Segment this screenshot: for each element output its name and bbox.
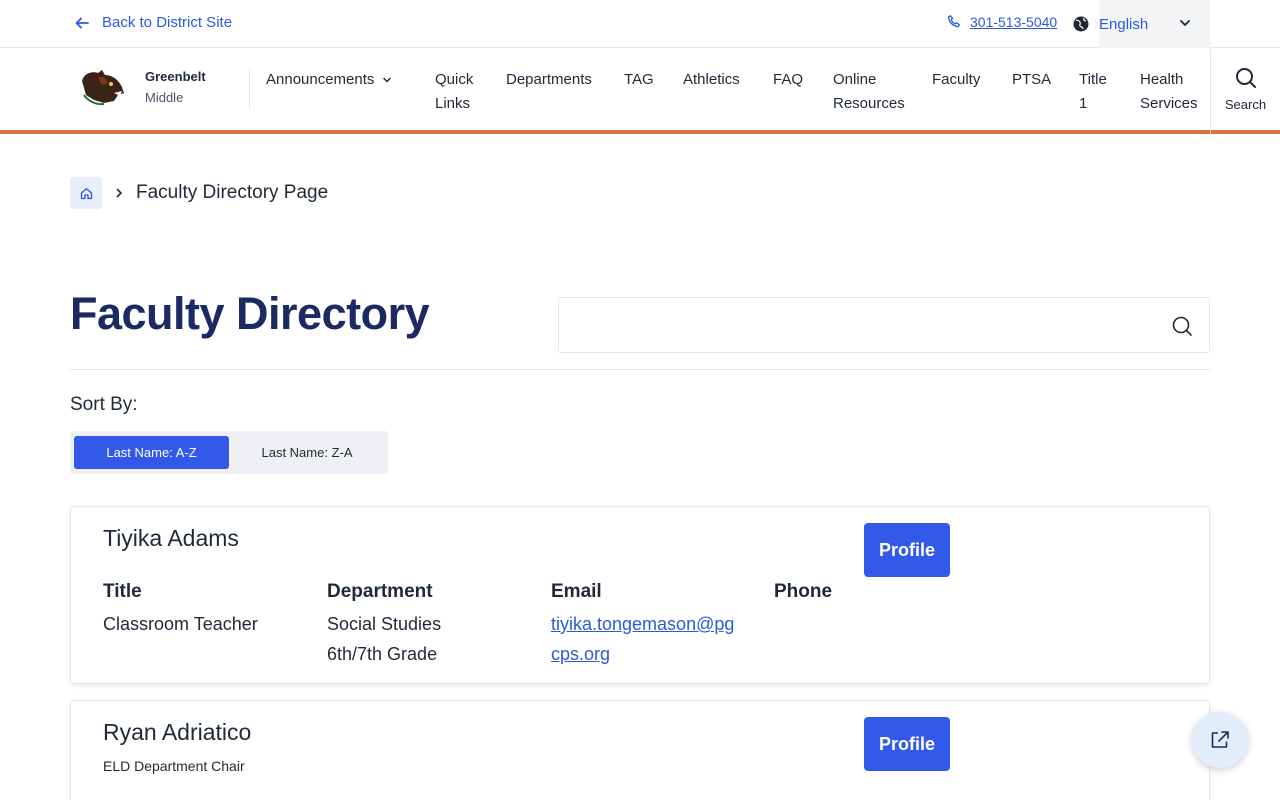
utility-bar: Back to District Site 301-513-5040 Engli… xyxy=(0,0,1280,48)
nav-item-tag[interactable]: TAG xyxy=(624,68,654,92)
phone-header: Phone xyxy=(774,581,833,602)
nav-item-ptsa[interactable]: PTSA xyxy=(1012,68,1051,92)
nav-item-faq[interactable]: FAQ xyxy=(773,68,803,92)
school-name[interactable]: Greenbelt Middle xyxy=(145,69,206,105)
chevron-down-icon xyxy=(383,77,392,83)
faculty-email-column: Email tiyika.tongemason@pgcps.org xyxy=(551,581,741,669)
sort-last-name-z-a-button[interactable]: Last Name: Z-A xyxy=(230,436,384,469)
breadcrumb: Faculty Directory Page xyxy=(70,177,328,209)
share-icon xyxy=(1211,731,1229,748)
nav-item-health-services[interactable]: Health Services xyxy=(1140,68,1198,116)
nav-item-title-1[interactable]: Title 1 xyxy=(1079,68,1107,116)
site-search-button[interactable]: Search xyxy=(1210,49,1280,134)
faculty-name: Ryan Adriatico xyxy=(103,719,252,745)
nav-item-label: Announcements xyxy=(266,71,375,88)
share-floating-button[interactable] xyxy=(1192,712,1248,768)
faculty-subtitle: ELD Department Chair xyxy=(103,758,245,774)
faculty-department: Social Studies xyxy=(327,614,442,634)
language-selector[interactable]: English xyxy=(1099,0,1210,48)
profile-button[interactable]: Profile xyxy=(864,717,950,771)
nav-item-athletics[interactable]: Athletics xyxy=(683,68,740,92)
faculty-card: Ryan Adriatico ELD Department Chair Prof… xyxy=(70,700,1210,800)
phone-link[interactable]: 301-513-5040 xyxy=(946,14,1057,30)
profile-button[interactable]: Profile xyxy=(864,523,950,577)
directory-search xyxy=(558,297,1210,353)
language-label: English xyxy=(1099,15,1149,33)
school-name-line1: Greenbelt xyxy=(145,69,206,84)
search-icon xyxy=(1235,68,1256,88)
nav-divider xyxy=(249,69,250,109)
chevron-down-icon xyxy=(1180,20,1190,26)
title-header: Title xyxy=(103,581,142,602)
school-logo[interactable] xyxy=(78,67,126,107)
directory-search-input[interactable] xyxy=(559,298,1139,352)
breadcrumb-home[interactable] xyxy=(70,177,102,209)
nav-item-online-resources[interactable]: Online Resources xyxy=(833,68,905,116)
search-icon[interactable] xyxy=(1171,315,1193,337)
chevron-right-icon xyxy=(116,188,123,198)
main-nav: Greenbelt Middle Announcements Quick Lin… xyxy=(0,49,1280,134)
nav-item-quick-links[interactable]: Quick Links xyxy=(435,68,473,116)
sort-label: Sort By: xyxy=(70,394,138,415)
nav-item-announcements[interactable]: Announcements xyxy=(266,68,392,92)
faculty-email-link[interactable]: tiyika.tongemason@pgcps.org xyxy=(551,609,741,669)
sort-last-name-a-z-button[interactable]: Last Name: A-Z xyxy=(74,436,229,469)
faculty-department-column: Department Social Studies 6th/7th Grade xyxy=(327,581,441,669)
department-header: Department xyxy=(327,581,433,602)
phone-icon xyxy=(947,15,960,28)
faculty-department-grade: 6th/7th Grade xyxy=(327,644,438,664)
back-to-district-link[interactable]: Back to District Site xyxy=(74,14,232,31)
faculty-title: Classroom Teacher xyxy=(103,614,258,634)
email-header: Email xyxy=(551,581,602,602)
section-divider xyxy=(70,369,1210,370)
faculty-title-column: Title Classroom Teacher xyxy=(103,581,258,639)
breadcrumb-current: Faculty Directory Page xyxy=(136,182,329,203)
school-name-line2: Middle xyxy=(145,90,184,105)
nav-item-departments[interactable]: Departments xyxy=(506,68,592,92)
arrow-left-icon xyxy=(75,17,89,28)
faculty-card: Tiyika Adams Profile Title Classroom Tea… xyxy=(70,506,1210,684)
globe-icon xyxy=(1073,16,1089,32)
faculty-phone-column: Phone xyxy=(774,581,832,609)
search-label: Search xyxy=(1224,97,1267,112)
phone-number: 301-513-5040 xyxy=(970,14,1058,30)
home-icon xyxy=(80,187,92,199)
sort-toggle-group: Last Name: A-Z Last Name: Z-A xyxy=(70,431,388,474)
back-to-district-label: Back to District Site xyxy=(102,14,233,31)
faculty-name: Tiyika Adams xyxy=(103,525,239,551)
page-title: Faculty Directory xyxy=(70,288,430,339)
nav-item-faculty[interactable]: Faculty xyxy=(932,68,980,92)
